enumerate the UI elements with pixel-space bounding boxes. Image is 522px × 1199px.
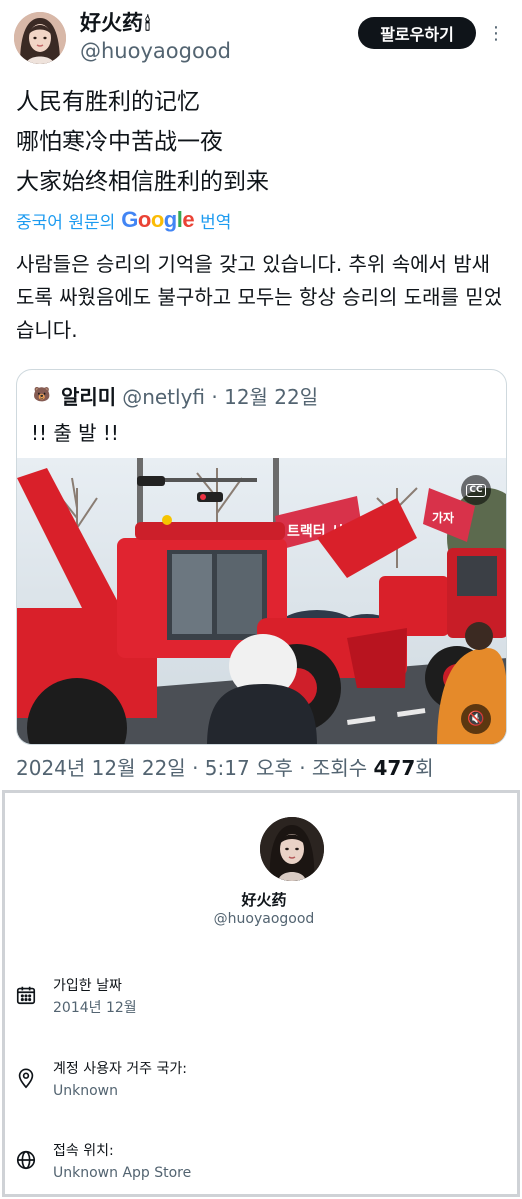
tweet-line: 人民有胜利的记忆 xyxy=(16,89,200,115)
tweet-line: 大家始终相信胜利的到来 xyxy=(16,169,269,195)
tweet-original-text: 人民有胜利的记忆 哪怕寒冷中苦战一夜 大家始终相信胜利的到来 xyxy=(16,82,506,202)
calendar-icon xyxy=(15,984,37,1006)
author-handle[interactable]: @huoyaogood xyxy=(80,38,231,64)
joined-date-row: 가입한 날짜 2014년 12월 xyxy=(15,976,495,1020)
more-options-icon[interactable]: ⋮ xyxy=(487,22,505,44)
joined-date-label: 가입한 날짜 xyxy=(53,978,122,994)
access-location-row: 접속 위치: Unknown App Store xyxy=(15,1141,495,1185)
location-pin-icon xyxy=(15,1067,37,1089)
country-label: 계정 사용자 거주 국가: xyxy=(53,1061,187,1077)
access-location-value: Unknown App Store xyxy=(53,1165,192,1181)
translated-text: 사람들은 승리의 기억을 갖고 있습니다. 추위 속에서 밤새도록 싸웠음에도 … xyxy=(16,252,503,342)
tweet: 好火药 🕯 @huoyaogood 팔로우하기 ⋮ 人民有胜利的记忆 哪怕寒冷中苦… xyxy=(0,0,522,790)
google-translate-link[interactable]: 중국어 원문의 Google 번역 xyxy=(16,206,231,234)
follow-button[interactable]: 팔로우하기 xyxy=(358,17,476,49)
tweet-timestamp[interactable]: 2024년 12월 22일 · 5:17 오후 · 조회수 xyxy=(16,756,373,780)
quoted-tweet[interactable]: 🐻 알리미 @netlyfi · 12월 22일 !! 출 발 !! 트랙터 시… xyxy=(16,369,507,745)
quote-author-name[interactable]: 알리미 xyxy=(61,381,116,410)
banner-right-text: 가자 xyxy=(432,510,454,525)
author-name-text: 好火药 xyxy=(80,11,143,35)
country-row: 계정 사용자 거주 국가: Unknown xyxy=(15,1059,495,1103)
tweet-line: 哪怕寒冷中苦战一夜 xyxy=(16,129,223,155)
translate-suffix: 번역 xyxy=(200,212,232,233)
avatar-photo xyxy=(14,12,66,64)
quoted-tweet-header: 🐻 알리미 @netlyfi · 12월 22일 xyxy=(31,381,319,410)
view-unit: 회 xyxy=(415,756,434,780)
account-info-panel: 好火药 @huoyaogood 가입한 날짜 2014년 12월 계정 사용자 … xyxy=(2,790,520,1197)
closed-captions-button[interactable]: CC xyxy=(461,475,491,505)
google-logo: Google xyxy=(121,207,195,232)
translate-prefix: 중국어 원문의 xyxy=(16,212,116,233)
profile-avatar[interactable] xyxy=(260,817,324,881)
tweet-metadata: 2024년 12월 22일 · 5:17 오후 · 조회수 477회 xyxy=(16,754,434,782)
access-location-label: 접속 위치: xyxy=(53,1143,114,1159)
profile-handle: @huoyaogood xyxy=(213,911,315,927)
candle-emoji-icon: 🕯 xyxy=(145,14,151,35)
author-avatar[interactable] xyxy=(14,12,66,64)
profile-avatar-photo xyxy=(260,817,324,881)
tractor-protest-video-frame: 트랙터 시위 가자 xyxy=(17,458,506,744)
cc-label: CC xyxy=(466,483,486,497)
view-count: 477 xyxy=(373,756,416,780)
profile-display-name: 好火药 xyxy=(241,891,287,909)
mute-icon[interactable]: 🔇 xyxy=(461,704,491,734)
joined-date-value: 2014년 12월 xyxy=(53,1000,137,1016)
country-value: Unknown xyxy=(53,1083,118,1099)
quote-text: !! 출 발 !! xyxy=(31,421,119,445)
globe-icon xyxy=(15,1149,37,1171)
quote-handle-date: @netlyfi · 12월 22일 xyxy=(122,384,319,409)
quote-avatar-icon[interactable]: 🐻 xyxy=(31,384,53,406)
video-player[interactable]: 트랙터 시위 가자 CC 🔇 xyxy=(17,458,506,744)
author-display-name[interactable]: 好火药 🕯 xyxy=(80,10,150,38)
